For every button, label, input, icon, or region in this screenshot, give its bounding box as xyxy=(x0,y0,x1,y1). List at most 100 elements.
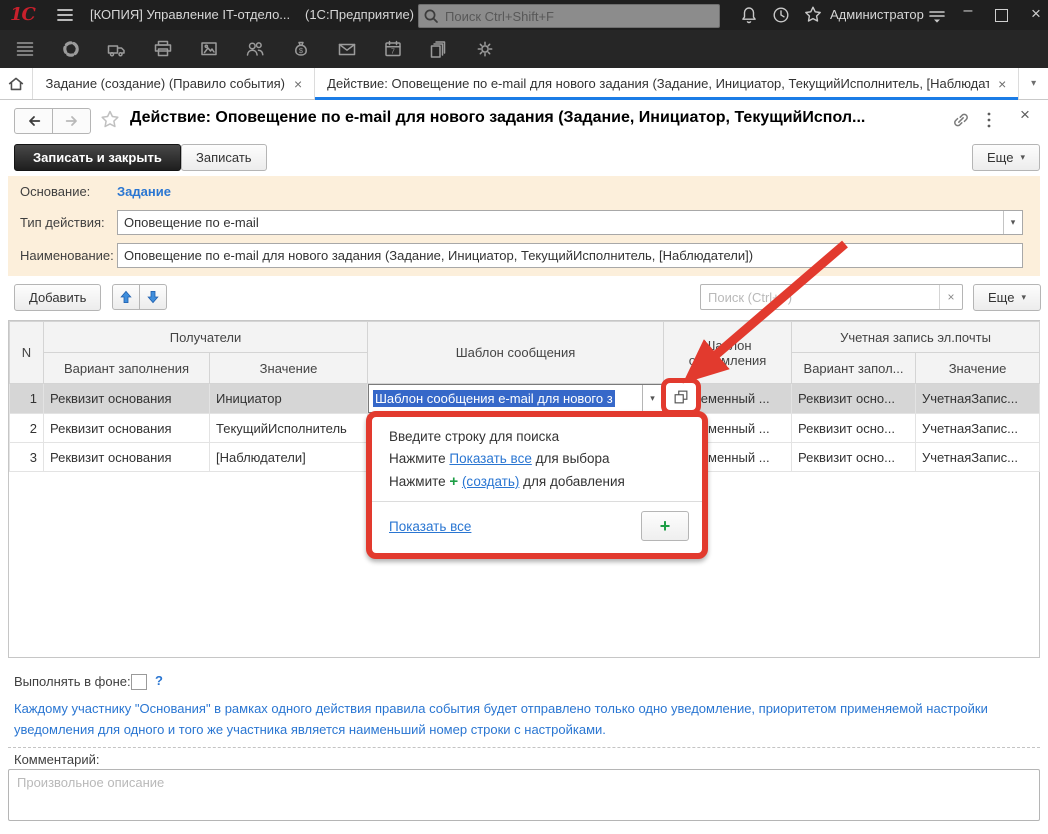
move-row-buttons xyxy=(112,284,167,310)
action-type-combobox[interactable]: Оповещение по e-mail ▾ xyxy=(117,210,1023,235)
col-acc-value: Значение xyxy=(916,353,1040,384)
move-down-button[interactable] xyxy=(139,284,167,310)
dashed-separator xyxy=(8,747,1040,748)
delivery-truck-icon[interactable] xyxy=(106,38,128,60)
mail-icon[interactable] xyxy=(336,38,358,60)
back-arrow-icon xyxy=(25,113,43,129)
more-button-grid[interactable]: Еще▾ xyxy=(973,284,1041,311)
save-button[interactable]: Записать xyxy=(181,144,267,171)
col-n: N xyxy=(10,322,44,384)
col-design-template: Шаблон оформления xyxy=(664,322,792,384)
popup-line-2: Нажмите Показать все для выбора xyxy=(389,451,610,466)
tab-list-dropdown[interactable]: ▾ xyxy=(1019,68,1048,99)
1c-logo: 1С xyxy=(10,4,35,25)
chevron-down-icon[interactable]: ▾ xyxy=(1003,211,1022,234)
titlebar: 1С [КОПИЯ] Управление IT-отдело... (1С:П… xyxy=(0,0,1048,30)
sections-toolbar: $ 7 xyxy=(0,30,1048,68)
col-email-account: Учетная запись эл.почты xyxy=(792,322,1040,353)
run-in-background-label: Выполнять в фоне: xyxy=(14,674,131,689)
tab-bar: Задание (создание) (Правило события) × Д… xyxy=(0,68,1048,100)
printer-icon[interactable] xyxy=(152,38,174,60)
minimize-button[interactable]: – xyxy=(956,2,980,20)
move-up-button[interactable] xyxy=(112,284,140,310)
home-icon xyxy=(6,74,26,94)
chevron-down-icon: ▾ xyxy=(1020,152,1025,163)
functions-menu-icon[interactable] xyxy=(14,38,36,60)
template-cell-editor[interactable]: Шаблон сообщения e-mail для нового з ▾ xyxy=(368,384,663,413)
tab-label: Задание (создание) (Правило события) xyxy=(45,76,284,91)
base-label: Основание: xyxy=(20,184,90,199)
clear-search-icon[interactable]: × xyxy=(939,285,962,309)
col-fill-variant: Вариант заполнения xyxy=(44,353,210,384)
settings-gear-icon[interactable] xyxy=(474,38,496,60)
page-title: Действие: Оповещение по e-mail для новог… xyxy=(130,109,865,127)
col-message-template: Шаблон сообщения xyxy=(368,322,664,384)
editor-dropdown-button[interactable]: ▾ xyxy=(642,385,662,412)
comment-label: Комментарий: xyxy=(14,752,100,767)
save-and-close-button[interactable]: Записать и закрыть xyxy=(14,144,181,171)
create-new-button[interactable]: + xyxy=(641,511,689,541)
calendar-icon[interactable]: 7 xyxy=(382,38,404,60)
tab-close-icon[interactable]: × xyxy=(998,76,1006,92)
form-close-button[interactable]: × xyxy=(1014,105,1036,125)
notification-hint-text: Каждому участнику "Основания" в рамках о… xyxy=(14,698,1002,740)
app-subtitle: (1С:Предприятие) xyxy=(305,7,414,22)
open-in-window-icon xyxy=(672,388,690,406)
comment-textarea[interactable] xyxy=(8,769,1040,821)
header-row-1: N Получатели Шаблон сообщения Шаблон офо… xyxy=(10,322,1040,353)
svg-text:7: 7 xyxy=(391,49,395,56)
col-acc-fill-variant: Вариант запол... xyxy=(792,353,916,384)
selected-text: Шаблон сообщения e-mail для нового з xyxy=(373,390,615,407)
dashboard-icon[interactable] xyxy=(60,38,82,60)
users-icon[interactable] xyxy=(244,38,266,60)
run-in-background-checkbox[interactable] xyxy=(131,674,147,690)
global-search-field[interactable] xyxy=(418,4,720,28)
plus-icon: + xyxy=(660,516,671,537)
popup-line-3: Нажмите + (создать) для добавления xyxy=(389,473,625,490)
create-inline-link[interactable]: (создать) xyxy=(462,474,519,489)
show-all-inline-link[interactable]: Показать все xyxy=(449,451,531,466)
app-close-button[interactable]: × xyxy=(1024,4,1048,24)
get-link-icon[interactable] xyxy=(950,108,972,132)
name-label: Наименование: xyxy=(20,248,114,263)
app-title: [КОПИЯ] Управление IT-отдело... xyxy=(90,7,290,22)
money-bag-icon[interactable]: $ xyxy=(290,38,312,60)
forward-arrow-icon xyxy=(63,113,81,129)
table-row[interactable]: 1 Реквизит основания Инициатор Шаблон со… xyxy=(10,384,1040,414)
more-actions-kebab-icon[interactable] xyxy=(985,108,993,132)
add-row-button[interactable]: Добавить xyxy=(14,284,101,311)
search-icon xyxy=(419,6,443,26)
col-recipients: Получатели xyxy=(44,322,368,353)
current-user[interactable]: Администратор xyxy=(830,7,924,22)
maximize-button[interactable] xyxy=(995,9,1008,22)
grid-search-field[interactable]: × xyxy=(700,284,963,310)
chevron-down-icon: ▾ xyxy=(1021,292,1026,303)
media-icon[interactable] xyxy=(198,38,220,60)
back-button[interactable] xyxy=(14,108,53,134)
tab-task-create[interactable]: Задание (создание) (Правило события) × xyxy=(33,68,315,99)
grid-search-input[interactable] xyxy=(701,289,939,306)
base-link[interactable]: Задание xyxy=(117,184,171,199)
popup-line-1: Введите строку для поиска xyxy=(389,429,559,444)
service-menu-icon[interactable] xyxy=(925,4,949,26)
notifications-bell-icon[interactable] xyxy=(738,4,760,26)
global-search-input[interactable] xyxy=(443,8,719,25)
svg-text:$: $ xyxy=(299,46,304,55)
nav-history-buttons xyxy=(14,108,91,134)
main-menu-icon[interactable] xyxy=(54,5,76,25)
favorites-star-icon[interactable] xyxy=(802,4,824,26)
popup-divider xyxy=(372,501,702,502)
forward-button[interactable] xyxy=(52,108,91,134)
show-all-link[interactable]: Показать все xyxy=(389,519,471,534)
name-input[interactable]: Оповещение по e-mail для нового задания … xyxy=(117,243,1023,268)
arrow-up-icon xyxy=(118,289,134,305)
documents-icon[interactable] xyxy=(428,38,450,60)
more-button-top[interactable]: Еще▾ xyxy=(972,144,1040,171)
add-favorite-star-icon[interactable] xyxy=(98,108,122,132)
tab-home[interactable] xyxy=(0,68,33,99)
history-icon[interactable] xyxy=(770,4,792,26)
help-link[interactable]: ? xyxy=(155,673,163,688)
tab-close-icon[interactable]: × xyxy=(294,76,302,92)
open-template-button[interactable] xyxy=(668,384,694,409)
tab-action-notification[interactable]: Действие: Оповещение по e-mail для новог… xyxy=(315,68,1019,99)
